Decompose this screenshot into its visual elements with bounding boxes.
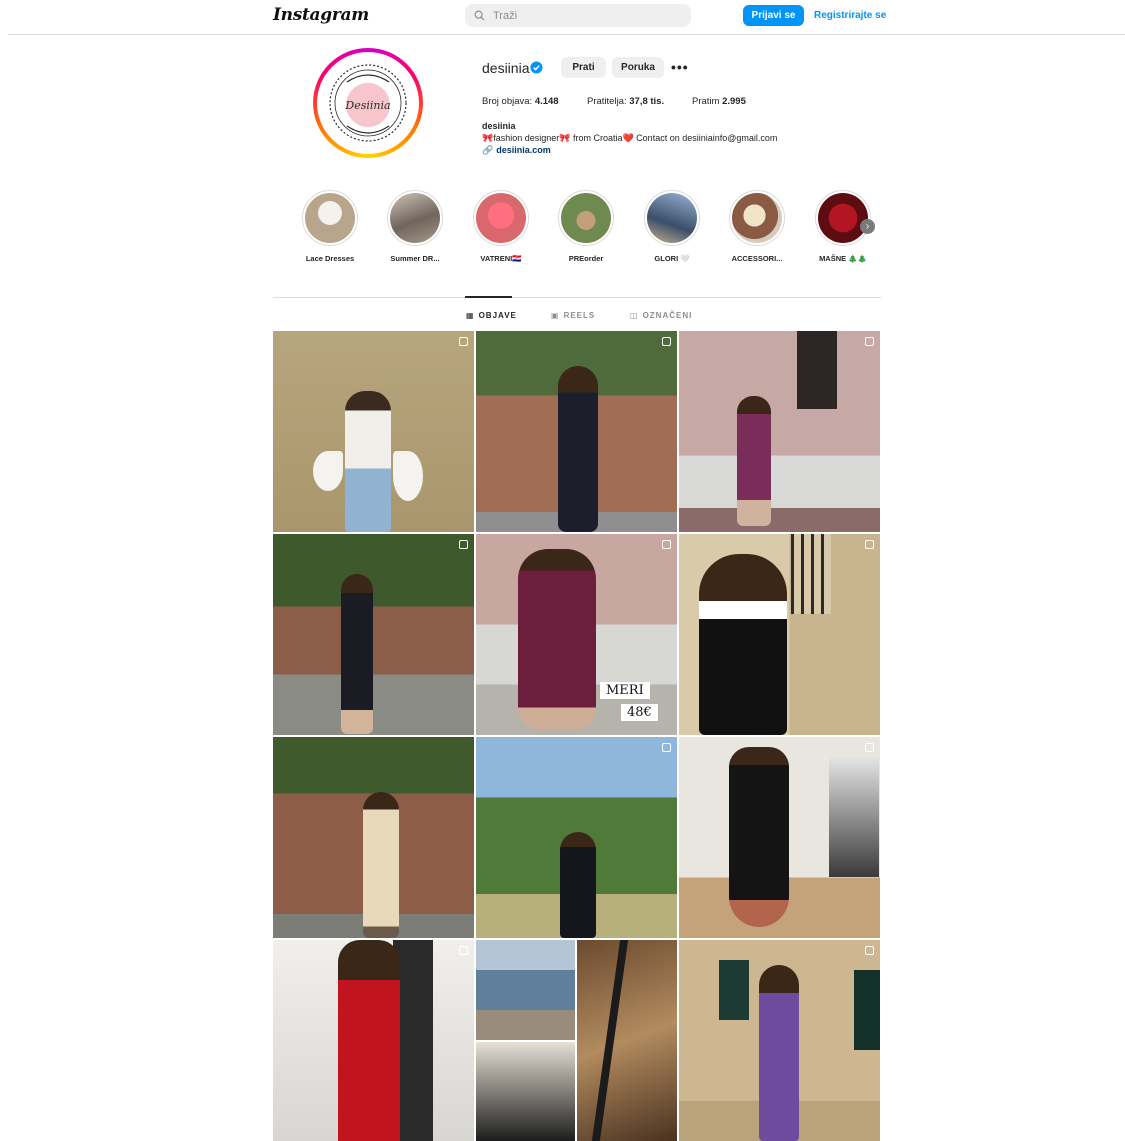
post-thumbnail[interactable] [679, 737, 880, 938]
multiple-photos-icon [865, 337, 874, 346]
multiple-photos-icon [459, 540, 468, 549]
post-overlay-price: 48€ [621, 704, 658, 721]
verified-badge-icon [530, 61, 543, 74]
multiple-photos-icon [662, 540, 671, 549]
post-thumbnail[interactable] [679, 331, 880, 532]
bio-link[interactable]: 🔗 desiinia.com [482, 145, 551, 156]
search-icon [474, 10, 485, 21]
story-highlight[interactable]: GLORI 🤍 [637, 190, 707, 263]
story-highlight[interactable]: Summer DR... [380, 190, 450, 263]
reels-icon: ▣ [551, 311, 560, 320]
post-thumbnail[interactable] [679, 940, 880, 1141]
multiple-photos-icon [459, 946, 468, 955]
tab-reels[interactable]: ▣ REELS [551, 311, 595, 320]
tabs-divider [273, 297, 881, 298]
story-highlight[interactable]: VATRENI🇭🇷 [466, 190, 536, 263]
bio-name: desiinia [482, 121, 516, 131]
post-thumbnail[interactable] [476, 331, 677, 532]
active-tab-indicator [465, 296, 512, 298]
multiple-photos-icon [865, 540, 874, 549]
avatar-text: Desiinia [344, 99, 390, 112]
tagged-icon: ◫ [630, 311, 639, 320]
post-thumbnail[interactable] [273, 331, 474, 532]
followers-count[interactable]: Pratitelja: 37,8 tis. [587, 96, 664, 107]
story-highlight[interactable]: ACCESSORI... [722, 190, 792, 263]
story-highlight[interactable]: PREorder [551, 190, 621, 263]
follow-button[interactable]: Prati [561, 57, 606, 78]
post-thumbnail[interactable] [273, 534, 474, 735]
grid-icon: ▦ [466, 311, 475, 320]
reel-icon [662, 337, 671, 346]
message-button[interactable]: Poruka [612, 57, 664, 78]
profile-avatar[interactable]: Desiinia [313, 48, 423, 158]
search-input[interactable] [491, 8, 675, 23]
post-thumbnail[interactable] [273, 940, 474, 1141]
search-box[interactable] [465, 4, 691, 27]
posts-count: Broj objava: 4.148 [482, 96, 559, 107]
multiple-photos-icon [865, 946, 874, 955]
multiple-photos-icon [459, 337, 468, 346]
link-icon: 🔗 [482, 145, 494, 155]
profile-username: desiinia [482, 60, 530, 76]
bio-text: 🎀fashion designer🎀 from Croatia❤️ Contac… [482, 133, 778, 143]
instagram-logo[interactable]: Instagram [273, 5, 369, 25]
post-thumbnail[interactable] [273, 737, 474, 938]
following-count[interactable]: Pratim 2.995 [692, 96, 746, 107]
post-thumbnail[interactable] [476, 940, 677, 1141]
multiple-photos-icon [865, 743, 874, 752]
post-thumbnail[interactable]: MERI 48€ [476, 534, 677, 735]
post-thumbnail[interactable] [476, 737, 677, 938]
more-options-icon[interactable]: ••• [671, 59, 689, 75]
story-highlight[interactable]: Lace Dresses [295, 190, 365, 263]
post-thumbnail[interactable] [679, 534, 880, 735]
multiple-photos-icon [662, 743, 671, 752]
tab-tagged[interactable]: ◫ OZNAČENI [630, 311, 692, 320]
posts-grid: MERI 48€ [273, 331, 881, 1141]
post-overlay-name: MERI [600, 682, 650, 699]
register-link[interactable]: Registrirajte se [814, 10, 886, 21]
avatar-logo-image: Desiinia [318, 53, 418, 153]
login-button[interactable]: Prijavi se [743, 5, 804, 26]
highlights-next-arrow-icon[interactable]: › [860, 219, 875, 234]
tab-posts[interactable]: ▦ OBJAVE [466, 311, 517, 320]
